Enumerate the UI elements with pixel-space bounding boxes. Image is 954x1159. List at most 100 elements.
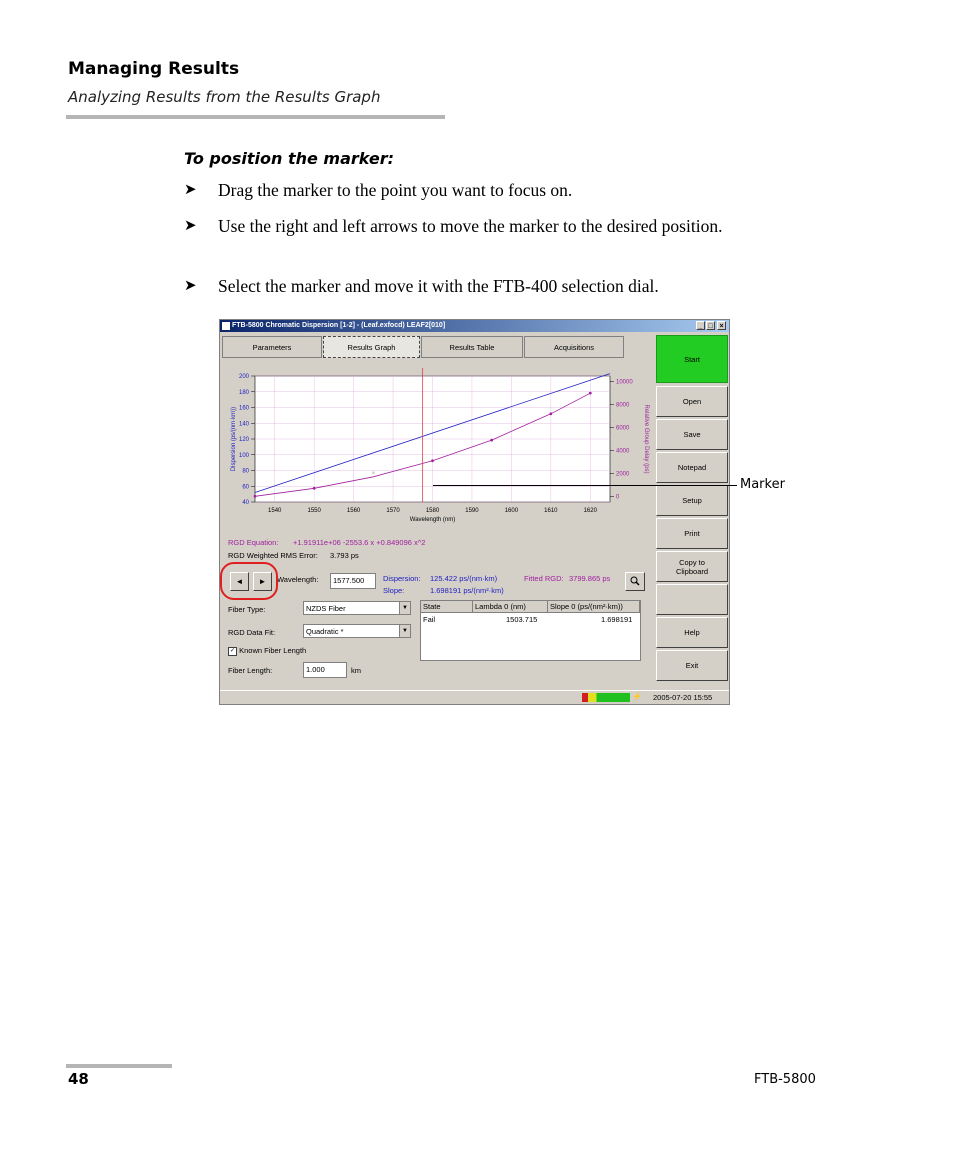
- fiber-length-label: Fiber Length:: [228, 666, 273, 675]
- fiber-length-input[interactable]: 1.000: [303, 662, 347, 678]
- rms-error-value: 3.793 ps: [330, 551, 359, 560]
- x-tick-label: 1550: [307, 508, 321, 514]
- x-tick-label: 1580: [426, 508, 440, 514]
- x-tick-label: 1540: [268, 508, 282, 514]
- start-button[interactable]: Start: [656, 335, 728, 383]
- rgd-fit-select[interactable]: Quadratic * ▼: [303, 624, 411, 638]
- procedure-step: ➤ Drag the marker to the point you want …: [184, 178, 784, 202]
- slope-label: Slope:: [383, 586, 405, 595]
- y-axis-title: Dispersion (ps/(nm·km)): [231, 407, 237, 471]
- zoom-button[interactable]: [625, 572, 645, 591]
- product-name: FTB-5800: [754, 1072, 816, 1087]
- maximize-button[interactable]: □: [706, 321, 715, 330]
- bullet-arrow-icon: ➤: [184, 182, 197, 198]
- signal-meter: [582, 693, 630, 702]
- help-button[interactable]: Help: [656, 617, 728, 648]
- fiber-type-select[interactable]: NZDS Fiber ▼: [303, 601, 411, 615]
- x-tick-label: 1570: [386, 508, 400, 514]
- status-datetime: 2005-07-20 15:55: [653, 693, 713, 702]
- status-bar: ⚡ 2005-07-20 15:55: [220, 690, 729, 704]
- minimize-button[interactable]: _: [696, 321, 705, 330]
- data-point: [549, 412, 553, 416]
- dispersion-value: 125.422 ps/(nm·km): [430, 574, 498, 583]
- y-tick-label: 200: [239, 374, 250, 380]
- bullet-arrow-icon: ➤: [184, 218, 197, 234]
- table-cell-slope: 1.698191: [601, 615, 633, 624]
- y2-tick-label: 8000: [616, 403, 630, 409]
- step-text: Drag the marker to the point you want to…: [218, 180, 573, 200]
- x-tick-label: 1600: [505, 508, 519, 514]
- rgd-fit-value: Quadratic *: [306, 627, 344, 636]
- table-cell-state: Fail: [423, 615, 436, 624]
- tab-parameters[interactable]: Parameters: [222, 336, 322, 358]
- y2-tick-label: 6000: [616, 426, 630, 432]
- section-title: Managing Results: [68, 59, 240, 79]
- marker-callout-label: Marker: [740, 477, 785, 492]
- tab-acquisitions[interactable]: Acquisitions: [524, 336, 624, 358]
- y2-tick-label: 0: [616, 494, 620, 500]
- fiber-type-label: Fiber Type:: [228, 605, 266, 614]
- rgd-fit-label: RGD Data Fit:: [228, 628, 276, 637]
- x-tick-label: 1590: [465, 508, 479, 514]
- y2-tick-label: 2000: [616, 471, 630, 477]
- page-number: 48: [68, 1070, 89, 1088]
- data-point: [312, 486, 316, 490]
- x-tick-label: 1620: [584, 508, 598, 514]
- y-tick-label: 120: [239, 437, 250, 443]
- fitted-rgd-label: Fitted RGD:: [524, 574, 564, 583]
- step-text: Select the marker and move it with the F…: [218, 276, 659, 296]
- y-tick-label: 60: [242, 484, 249, 490]
- x-tick-label: 1610: [544, 508, 558, 514]
- exit-button[interactable]: Exit: [656, 650, 728, 681]
- close-button[interactable]: ×: [717, 321, 726, 330]
- table-cell-lambda: 1503.715: [506, 615, 538, 624]
- dispersion-label: Dispersion:: [383, 574, 421, 583]
- wavelength-input[interactable]: 1577.500: [330, 573, 376, 589]
- fitted-rgd-value: 3799.865 ps: [569, 574, 611, 583]
- data-point: [431, 459, 434, 463]
- wavelength-label: Wavelength:: [277, 575, 319, 584]
- print-button[interactable]: Print: [656, 518, 728, 549]
- magnifier-icon: [630, 576, 640, 586]
- open-button[interactable]: Open: [656, 386, 728, 417]
- tab-results-table[interactable]: Results Table: [421, 336, 523, 358]
- tab-results-graph[interactable]: Results Graph: [323, 336, 420, 358]
- data-point: [490, 438, 494, 442]
- app-screenshot: FTB-5800 Chromatic Dispersion [1-2] - (L…: [219, 319, 730, 705]
- procedure-title: To position the marker:: [184, 149, 394, 168]
- step-text: Use the right and left arrows to move th…: [218, 216, 723, 236]
- x-axis-title: Wavelength (nm): [410, 517, 455, 523]
- known-length-checkbox[interactable]: ✓: [228, 646, 237, 656]
- procedure-step: ➤ Use the right and left arrows to move …: [184, 214, 784, 262]
- copy-to-clipboard-button[interactable]: Copy to Clipboard: [656, 551, 728, 582]
- results-table: State Lambda 0 (nm) Slope 0 (ps/(nm²·km)…: [420, 600, 641, 661]
- y-tick-label: 40: [242, 500, 249, 506]
- dispersion-chart[interactable]: 1540 1550 1560 1570 1580 1590 1600 1610 16204060…: [225, 368, 653, 538]
- arrow-buttons-highlight: [220, 562, 278, 600]
- notepad-button[interactable]: Notepad: [656, 452, 728, 483]
- power-plug-icon: ⚡: [632, 692, 642, 701]
- y2-axis-title: Relative Group Delay (ps): [643, 404, 649, 473]
- rms-error-label: RGD Weighted RMS Error:: [228, 551, 318, 560]
- app-icon: [222, 322, 230, 330]
- slope-value: 1.698191 ps/(nm²·km): [430, 586, 504, 595]
- y-tick-label: 160: [239, 406, 250, 412]
- known-length-label: Known Fiber Length: [239, 646, 307, 655]
- chevron-down-icon: ▼: [399, 602, 410, 614]
- outlier-point: ×: [372, 471, 376, 477]
- setup-button[interactable]: Setup: [656, 485, 728, 516]
- fiber-length-unit: km: [351, 666, 361, 675]
- footer-rule: [66, 1064, 172, 1068]
- table-header-state: State: [421, 601, 473, 613]
- section-subtitle: Analyzing Results from the Results Graph: [68, 88, 381, 106]
- save-button[interactable]: Save: [656, 419, 728, 450]
- y-tick-label: 140: [239, 421, 250, 427]
- fiber-type-value: NZDS Fiber: [306, 604, 346, 613]
- known-length-row[interactable]: ✓ Known Fiber Length: [228, 646, 306, 656]
- data-point: [253, 494, 257, 498]
- blank-button[interactable]: [656, 584, 728, 615]
- window-titlebar: FTB-5800 Chromatic Dispersion [1-2] - (L…: [220, 320, 729, 332]
- header-rule: [66, 115, 445, 119]
- rgd-equation-label: RGD Equation:: [228, 538, 279, 547]
- procedure-step: ➤ Select the marker and move it with the…: [184, 274, 784, 298]
